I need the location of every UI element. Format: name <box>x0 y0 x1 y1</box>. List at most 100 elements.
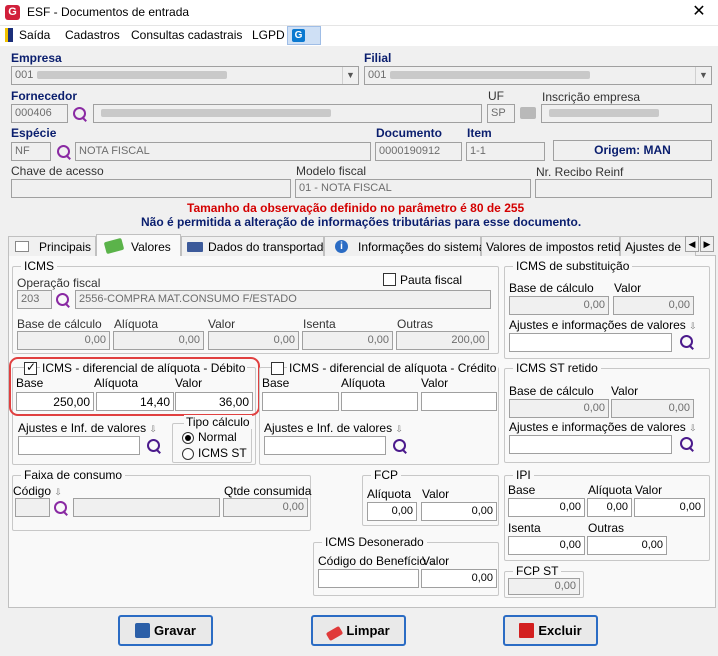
difal-credito-title: ICMS - diferencial de alíquota - Crédito <box>287 361 499 375</box>
excluir-button[interactable]: Excluir <box>503 615 598 646</box>
title-bar: G ESF - Documentos de entrada ✕ <box>0 0 718 26</box>
menu-lgpd[interactable]: LGPD <box>252 28 285 42</box>
chave-label: Chave de acesso <box>11 164 104 178</box>
tab-scroll-right-icon[interactable]: ▶ <box>700 236 714 252</box>
pauta-label: Pauta fiscal <box>400 273 463 287</box>
credito-base-input[interactable] <box>262 392 339 411</box>
search-icon[interactable] <box>72 106 88 122</box>
tab-strip: Principais Valores Dados do transportado… <box>8 234 716 257</box>
menu-bar: Saída Cadastros Consultas cadastrais LGP… <box>0 26 718 46</box>
radio-icms-st[interactable] <box>182 448 194 460</box>
exit-door-icon <box>5 28 13 42</box>
warning-message: Tamanho da observação definido no parâme… <box>187 201 525 215</box>
tab-valores[interactable]: Valores <box>96 234 181 257</box>
gravar-button[interactable]: Gravar <box>118 615 213 646</box>
search-icon[interactable] <box>679 436 695 452</box>
search-icon[interactable] <box>679 334 695 350</box>
difal-credito-checkbox[interactable] <box>271 362 284 375</box>
fcp-valor-input[interactable]: 0,00 <box>421 502 497 521</box>
especie-desc-field: NOTA FISCAL <box>75 142 371 161</box>
arrow-down-icon: ⇩ <box>689 423 697 433</box>
outras-label: Outras <box>397 317 434 331</box>
chevron-down-icon: ▼ <box>695 67 711 84</box>
radio-icms-st-label: ICMS ST <box>198 446 247 460</box>
st-base-label: Base de cálculo <box>509 281 594 295</box>
arrow-down-icon: ⇩ <box>689 321 697 331</box>
chave-acesso-input[interactable] <box>11 179 291 198</box>
empresa-select[interactable]: 001 ▼ <box>11 66 359 85</box>
tab-impostos-retidos[interactable]: Valores de impostos retidos <box>481 236 633 256</box>
st-valor-field: 0,00 <box>613 296 694 315</box>
credito-aliquota-label: Alíquota <box>341 376 386 390</box>
st-ajustes-label: Ajustes e informações de valores ⇩ <box>509 318 697 332</box>
ipi-valor-input[interactable]: 0,00 <box>634 498 705 517</box>
faixa-desc-field <box>73 498 220 517</box>
retido-ajustes-input[interactable] <box>509 435 672 454</box>
st-ajustes-input[interactable] <box>509 333 672 352</box>
desonerado-codigo-input[interactable] <box>318 569 419 588</box>
icms-isenta-field: 0,00 <box>302 331 393 350</box>
fcp-valor-label: Valor <box>422 487 450 501</box>
tab-informacoes-sistema[interactable]: i Informações do sistema <box>324 236 485 256</box>
menu-consultas-cadastrais[interactable]: Consultas cadastrais <box>131 28 242 42</box>
menu-saida[interactable]: Saída <box>19 28 50 42</box>
ipi-outras-input[interactable]: 0,00 <box>587 536 667 555</box>
limpar-button[interactable]: Limpar <box>311 615 406 646</box>
recibo-field <box>535 179 712 198</box>
especie-code-input[interactable]: NF <box>11 142 51 161</box>
ipi-base-input[interactable]: 0,00 <box>508 498 585 517</box>
operacao-desc-field: 2556-COMPRA MAT.CONSUMO F/ESTADO <box>75 290 491 309</box>
close-button[interactable]: ✕ <box>688 2 710 22</box>
ipi-aliquota-input[interactable]: 0,00 <box>587 498 632 517</box>
fcp-aliquota-input[interactable]: 0,00 <box>367 502 417 521</box>
inscricao-icon <box>520 107 536 119</box>
faixa-codigo-label: Código ⇩ <box>13 484 62 498</box>
pauta-checkbox[interactable] <box>383 273 396 286</box>
search-icon[interactable] <box>56 144 72 160</box>
fcp-aliquota-label: Alíquota <box>367 487 412 501</box>
icms-valor-field: 0,00 <box>208 331 299 350</box>
search-icon[interactable] <box>146 438 162 454</box>
empresa-label: Empresa <box>11 51 62 65</box>
save-icon <box>135 623 151 638</box>
documento-label: Documento <box>376 126 442 140</box>
st-base-field: 0,00 <box>509 296 609 315</box>
ipi-valor-label: Valor <box>635 483 663 497</box>
search-icon[interactable] <box>392 438 408 454</box>
operacao-label: Operação fiscal <box>17 276 101 290</box>
credito-aliquota-input[interactable] <box>341 392 418 411</box>
desonerado-valor-label: Valor <box>422 554 450 568</box>
operacao-code-input[interactable]: 203 <box>17 290 52 309</box>
documento-input[interactable]: 0000190912 <box>375 142 462 161</box>
radio-normal[interactable] <box>182 432 194 444</box>
menu-cadastros[interactable]: Cadastros <box>65 28 120 42</box>
st-valor-label: Valor <box>614 281 642 295</box>
icms-aliquota-field: 0,00 <box>113 331 204 350</box>
fcp-st-field: 0,00 <box>508 578 580 595</box>
difal-ajustes-input[interactable] <box>18 436 140 455</box>
app-shortcut-button[interactable]: G <box>287 26 321 45</box>
ipi-isenta-input[interactable]: 0,00 <box>508 536 585 555</box>
icms-outras-field: 200,00 <box>396 331 489 350</box>
tab-principais[interactable]: Principais <box>8 236 96 256</box>
retido-base-field: 0,00 <box>509 399 609 418</box>
credito-valor-label: Valor <box>421 376 449 390</box>
faixa-codigo-input[interactable] <box>15 498 50 517</box>
aliquota-label: Alíquota <box>114 317 159 331</box>
search-icon[interactable] <box>53 500 69 516</box>
uf-field: SP <box>487 104 515 123</box>
fornecedor-code-input[interactable]: 000406 <box>11 104 68 123</box>
truck-icon <box>187 242 203 252</box>
desonerado-codigo-label: Código do Benefício ⇩ <box>318 554 437 568</box>
tab-dados-transportador[interactable]: Dados do transportador <box>181 236 334 256</box>
credito-ajustes-input[interactable] <box>264 436 386 455</box>
search-icon[interactable] <box>55 292 71 308</box>
fornecedor-name-field <box>93 104 482 123</box>
retido-base-label: Base de cálculo <box>509 384 594 398</box>
tab-scroll-left-icon[interactable]: ◀ <box>685 236 699 252</box>
desonerado-valor-input[interactable]: 0,00 <box>421 569 497 588</box>
fornecedor-label: Fornecedor <box>11 89 78 103</box>
app-logo-icon: G <box>292 29 305 42</box>
filial-select[interactable]: 001 ▼ <box>364 66 712 85</box>
credito-valor-input[interactable] <box>421 392 497 411</box>
